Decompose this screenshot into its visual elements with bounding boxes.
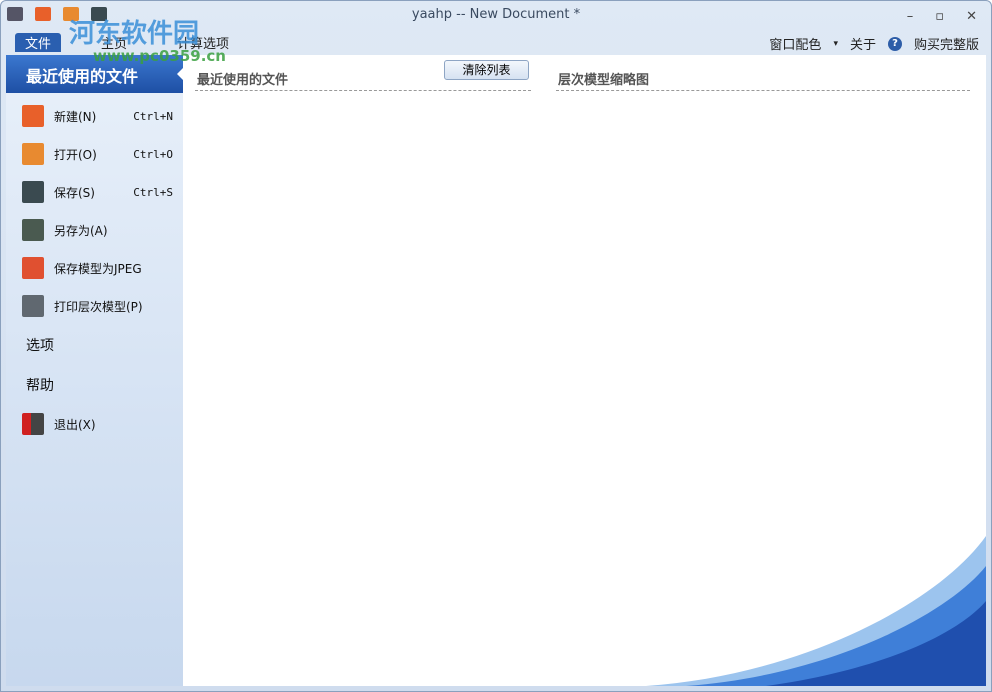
new-file-icon xyxy=(22,105,44,127)
about-link[interactable]: 关于 xyxy=(850,34,876,53)
watermark-logo: 河东软件园 xyxy=(69,13,199,50)
tab-file[interactable]: 文件 xyxy=(15,33,61,52)
printer-icon xyxy=(22,295,44,317)
item-label: 另存为(A) xyxy=(54,222,183,239)
recent-files-panel: 最近使用的文件 清除列表 层次模型缩略图 xyxy=(183,55,986,686)
sidebar-item-help[interactable]: 帮助 xyxy=(6,365,183,405)
decorative-swoosh xyxy=(646,526,986,686)
close-button[interactable]: ✕ xyxy=(966,9,977,24)
color-scheme-menu[interactable]: 窗口配色 xyxy=(769,34,821,53)
shortcut: Ctrl+S xyxy=(133,186,183,199)
floppy-disk-icon xyxy=(22,181,44,203)
clear-list-button[interactable]: 清除列表 xyxy=(444,60,529,80)
item-label: 打开(O) xyxy=(54,146,133,163)
sidebar-item-options[interactable]: 选项 xyxy=(6,325,183,365)
save-as-icon xyxy=(22,219,44,241)
exit-door-icon xyxy=(22,413,44,435)
help-icon[interactable]: ? xyxy=(888,37,902,51)
sidebar-item-exit[interactable]: 退出(X) xyxy=(6,405,183,443)
chevron-down-icon[interactable]: ▾ xyxy=(833,39,838,49)
file-menu-sidebar: 最近使用的文件 新建(N)Ctrl+N 打开(O)Ctrl+O 保存(S)Ctr… xyxy=(6,55,183,686)
item-label: 新建(N) xyxy=(54,108,133,125)
item-label: 保存(S) xyxy=(54,184,133,201)
minimize-button[interactable]: – xyxy=(907,9,914,24)
app-window: yaahp -- New Document * – ▫ ✕ 文件 主页 计算选项… xyxy=(0,0,992,692)
sidebar-item-save[interactable]: 保存(S)Ctrl+S xyxy=(6,173,183,211)
recent-files-list[interactable] xyxy=(195,95,531,495)
model-thumbnail-title: 层次模型缩略图 xyxy=(556,69,970,91)
shortcut: Ctrl+N xyxy=(133,110,183,123)
open-folder-icon xyxy=(22,143,44,165)
sidebar-item-new[interactable]: 新建(N)Ctrl+N xyxy=(6,97,183,135)
maximize-button[interactable]: ▫ xyxy=(935,9,944,24)
buy-full-version-link[interactable]: 购买完整版 xyxy=(914,34,979,53)
item-label: 打印层次模型(P) xyxy=(54,298,183,315)
sidebar-item-save-as[interactable]: 另存为(A) xyxy=(6,211,183,249)
shortcut: Ctrl+O xyxy=(133,148,183,161)
sidebar-item-print[interactable]: 打印层次模型(P) xyxy=(6,287,183,325)
item-label: 保存模型为JPEG xyxy=(54,260,183,277)
watermark-url: www.pc0359.cn xyxy=(93,47,226,65)
sidebar-item-save-jpeg[interactable]: 保存模型为JPEG xyxy=(6,249,183,287)
item-label: 退出(X) xyxy=(54,416,183,433)
sidebar-item-open[interactable]: 打开(O)Ctrl+O xyxy=(6,135,183,173)
image-export-icon xyxy=(22,257,44,279)
